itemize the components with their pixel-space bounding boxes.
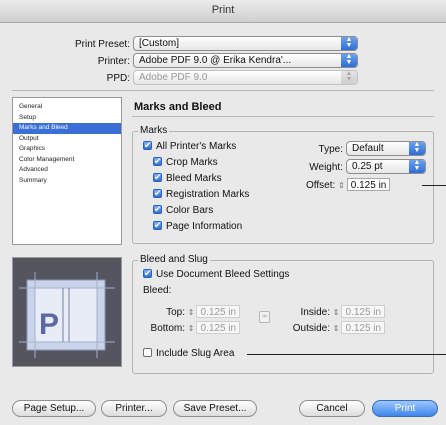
chain-link-icon: ∞ bbox=[259, 311, 270, 323]
bleed-inside-field: Inside: ⇕ 0.125 in bbox=[288, 305, 386, 318]
registration-marks-label: Registration Marks bbox=[166, 189, 250, 200]
checkbox-checked-icon bbox=[153, 155, 162, 167]
sidebar-item-advanced[interactable]: Advanced bbox=[13, 165, 121, 176]
include-slug-label: Include Slug Area bbox=[156, 348, 235, 359]
printer-value: Adobe PDF 9.0 @ Erika Kendra'... bbox=[139, 55, 292, 66]
separator bbox=[132, 116, 434, 117]
page-preview: P bbox=[12, 257, 122, 367]
bleed-bottom-field: Bottom: ⇕ 0.125 in bbox=[143, 321, 241, 334]
offset-field[interactable]: Offset: ⇕ 0.125 in bbox=[306, 178, 391, 191]
ppd-value: Adobe PDF 9.0 bbox=[139, 72, 208, 83]
separator bbox=[12, 90, 434, 91]
weight-select[interactable]: 0.25 pt ▲ ▼ bbox=[346, 159, 426, 174]
printer-button[interactable]: Printer... bbox=[101, 400, 167, 417]
all-printers-marks-checkbox[interactable]: All Printer's Marks bbox=[143, 139, 237, 153]
bleed-outside-field: Outside: ⇕ 0.125 in bbox=[288, 321, 386, 334]
ppd-select: Adobe PDF 9.0 ▲ ▼ bbox=[133, 70, 358, 85]
print-preset-value: [Custom] bbox=[139, 38, 180, 49]
chevron-updown-icon: ▲ ▼ bbox=[341, 71, 357, 84]
page-information-checkbox[interactable]: Page Information bbox=[153, 219, 243, 233]
stepper-icon[interactable]: ⇕ bbox=[338, 181, 345, 190]
page-title: Marks and Bleed bbox=[134, 101, 222, 113]
checkbox-checked-icon bbox=[143, 267, 152, 279]
use-document-bleed-checkbox[interactable]: Use Document Bleed Settings bbox=[143, 267, 290, 281]
bleed-top-label: Top: bbox=[166, 307, 185, 318]
preview-thumbnail: P bbox=[13, 258, 121, 366]
stepper-icon: ⇕ bbox=[187, 324, 195, 333]
page-setup-button[interactable]: Page Setup... bbox=[12, 400, 96, 417]
mark-type-value: Default bbox=[352, 143, 384, 154]
bleed-slug-group-title: Bleed and Slug bbox=[138, 254, 210, 265]
cancel-button[interactable]: Cancel bbox=[299, 400, 365, 417]
bleed-inside-input: 0.125 in bbox=[341, 305, 386, 318]
printer-select[interactable]: Adobe PDF 9.0 @ Erika Kendra'... ▲ ▼ bbox=[133, 53, 358, 68]
printer-label: Printer: bbox=[97, 56, 130, 67]
bleed-outside-label: Outside: bbox=[292, 323, 330, 334]
chevron-updown-icon: ▲ ▼ bbox=[341, 37, 357, 50]
chevron-updown-icon: ▲ ▼ bbox=[341, 54, 357, 67]
print-preset-select[interactable]: [Custom] ▲ ▼ bbox=[133, 36, 358, 51]
print-preset-label: Print Preset: bbox=[74, 39, 130, 50]
crop-marks-label: Crop Marks bbox=[166, 157, 218, 168]
stepper-icon: ⇕ bbox=[332, 308, 340, 317]
page-information-label: Page Information bbox=[166, 221, 243, 232]
checkbox-checked-icon bbox=[153, 187, 162, 199]
color-bars-label: Color Bars bbox=[166, 205, 214, 216]
sidebar-item-output[interactable]: Output bbox=[13, 134, 121, 145]
bleed-outside-input: 0.125 in bbox=[341, 321, 386, 334]
chevron-updown-icon: ▲ ▼ bbox=[409, 160, 425, 173]
sidebar-item-marks-and-bleed[interactable]: Marks and Bleed bbox=[13, 123, 121, 134]
window-title: Print bbox=[211, 4, 235, 16]
callout-line bbox=[247, 354, 446, 355]
use-document-bleed-label: Use Document Bleed Settings bbox=[156, 269, 290, 280]
bleed-bottom-label: Bottom: bbox=[150, 323, 185, 334]
crop-marks-checkbox[interactable]: Crop Marks bbox=[153, 155, 218, 169]
sidebar-item-summary[interactable]: Summary bbox=[13, 176, 121, 187]
bleed-inside-label: Inside: bbox=[300, 307, 330, 318]
checkbox-checked-icon bbox=[143, 139, 152, 151]
weight-value: 0.25 pt bbox=[352, 161, 383, 172]
print-button[interactable]: Print bbox=[372, 400, 438, 417]
save-preset-button[interactable]: Save Preset... bbox=[173, 400, 257, 417]
bleed-label: Bleed: bbox=[143, 285, 172, 296]
chevron-updown-icon: ▲ ▼ bbox=[409, 142, 425, 155]
category-list: General Setup Marks and Bleed Output Gra… bbox=[12, 97, 122, 245]
color-bars-checkbox[interactable]: Color Bars bbox=[153, 203, 214, 217]
weight-label: Weight: bbox=[309, 162, 343, 173]
bleed-top-input: 0.125 in bbox=[196, 305, 241, 318]
print-dialog: Print Print Preset: [Custom] ▲ ▼ Printer:… bbox=[0, 0, 446, 425]
type-label: Type: bbox=[318, 144, 343, 155]
title-bar[interactable]: Print bbox=[0, 0, 446, 23]
callout-line bbox=[422, 185, 446, 186]
offset-label: Offset: bbox=[306, 180, 336, 191]
ppd-label: PPD: bbox=[106, 73, 130, 84]
sidebar-item-setup[interactable]: Setup bbox=[13, 113, 121, 124]
bleed-bottom-input: 0.125 in bbox=[196, 321, 241, 334]
marks-group-title: Marks bbox=[138, 125, 170, 136]
include-slug-checkbox[interactable]: Include Slug Area bbox=[143, 348, 234, 360]
registration-marks-checkbox[interactable]: Registration Marks bbox=[153, 187, 250, 201]
mark-type-select[interactable]: Default ▲ ▼ bbox=[346, 141, 426, 156]
stepper-icon: ⇕ bbox=[332, 324, 340, 333]
bleed-marks-checkbox[interactable]: Bleed Marks bbox=[153, 171, 222, 185]
all-printers-marks-label: All Printer's Marks bbox=[156, 141, 237, 152]
checkbox-checked-icon bbox=[153, 171, 162, 183]
checkbox-checked-icon bbox=[153, 203, 162, 215]
bleed-marks-label: Bleed Marks bbox=[166, 173, 222, 184]
checkbox-unchecked-icon bbox=[143, 348, 152, 357]
sidebar-item-general[interactable]: General bbox=[13, 102, 121, 113]
sidebar-item-color-management[interactable]: Color Management bbox=[13, 155, 121, 166]
checkbox-checked-icon bbox=[153, 219, 162, 231]
preview-letter: P bbox=[39, 308, 59, 341]
bleed-top-field: Top: ⇕ 0.125 in bbox=[143, 305, 241, 318]
sidebar-item-graphics[interactable]: Graphics bbox=[13, 144, 121, 155]
offset-input[interactable]: 0.125 in bbox=[346, 178, 391, 191]
stepper-icon: ⇕ bbox=[187, 308, 195, 317]
